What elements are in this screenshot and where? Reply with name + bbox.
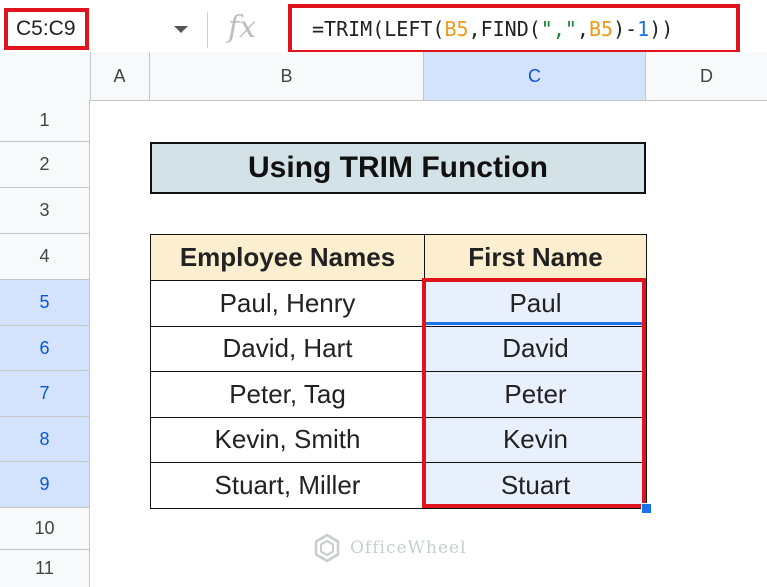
row-header-7[interactable]: 7 [0, 371, 90, 417]
first-name-cell[interactable]: Paul [424, 280, 647, 327]
table-row: Stuart, Miller Stuart [150, 462, 647, 509]
sheet-title: Using TRIM Function [248, 151, 548, 184]
column-header-c[interactable]: C [424, 52, 646, 100]
column-header-b[interactable]: B [150, 52, 424, 100]
row-header-6[interactable]: 6 [0, 326, 90, 371]
row-header-10[interactable]: 10 [0, 508, 90, 550]
first-name-cell[interactable]: David [424, 325, 647, 372]
employee-name-cell[interactable]: Stuart, Miller [150, 462, 425, 509]
formula-token: "," [540, 17, 577, 41]
row-header-3[interactable]: 3 [0, 188, 90, 234]
formula-text: =TRIM(LEFT(B5,FIND(",",B5)-1)) [312, 17, 673, 41]
formula-token: )- [613, 17, 638, 41]
table-header-row: Employee Names First Name [150, 234, 647, 281]
row-header-8[interactable]: 8 [0, 417, 90, 462]
chevron-down-icon[interactable] [174, 26, 188, 33]
table-row: Paul, Henry Paul [150, 280, 647, 327]
employee-table: Employee Names First Name Paul, Henry Pa… [150, 234, 647, 509]
select-all-corner[interactable] [0, 52, 91, 100]
formula-token: , [576, 17, 589, 41]
first-name-cell[interactable]: Peter [424, 371, 647, 418]
row-header-1[interactable]: 1 [0, 100, 90, 142]
formula-token: B5 [444, 17, 469, 41]
row-header-11[interactable]: 11 [0, 550, 90, 587]
table-row: Kevin, Smith Kevin [150, 416, 647, 463]
column-header-a[interactable]: A [90, 52, 150, 100]
header-employee-names[interactable]: Employee Names [150, 234, 425, 281]
watermark: OfficeWheel [312, 533, 467, 563]
employee-name-cell[interactable]: Peter, Tag [150, 371, 425, 418]
row-header-4[interactable]: 4 [0, 234, 90, 280]
active-cell-border [426, 322, 642, 325]
row-header-5[interactable]: 5 [0, 280, 90, 326]
formula-token: ,FIND( [468, 17, 541, 41]
sheet-title-cell[interactable]: Using TRIM Function [150, 142, 646, 194]
first-name-cell[interactable]: Stuart [424, 462, 647, 509]
formula-input[interactable]: =TRIM(LEFT(B5,FIND(",",B5)-1)) [288, 4, 740, 54]
table-row: David, Hart David [150, 325, 647, 372]
formula-token: =TRIM(LEFT( [312, 17, 445, 41]
name-box[interactable]: C5:C9 [4, 8, 89, 50]
name-box-value: C5:C9 [16, 17, 76, 40]
formula-bar-divider [207, 12, 208, 48]
row-header-2[interactable]: 2 [0, 142, 90, 188]
function-icon: fx [228, 10, 257, 45]
column-header-d[interactable]: D [646, 52, 767, 100]
fill-handle[interactable] [641, 503, 652, 514]
employee-name-cell[interactable]: Paul, Henry [150, 280, 425, 327]
row-header-9[interactable]: 9 [0, 462, 90, 508]
watermark-text: OfficeWheel [350, 538, 467, 558]
employee-name-cell[interactable]: David, Hart [150, 325, 425, 372]
first-name-cell[interactable]: Kevin [424, 416, 647, 463]
formula-token: 1 [637, 17, 650, 41]
employee-name-cell[interactable]: Kevin, Smith [150, 416, 425, 463]
officewheel-logo-icon [314, 533, 340, 563]
header-first-name[interactable]: First Name [424, 234, 647, 281]
formula-token: B5 [588, 17, 614, 41]
formula-token: )) [649, 17, 674, 41]
table-row: Peter, Tag Peter [150, 371, 647, 418]
column-header-row: A B C D [0, 52, 767, 101]
